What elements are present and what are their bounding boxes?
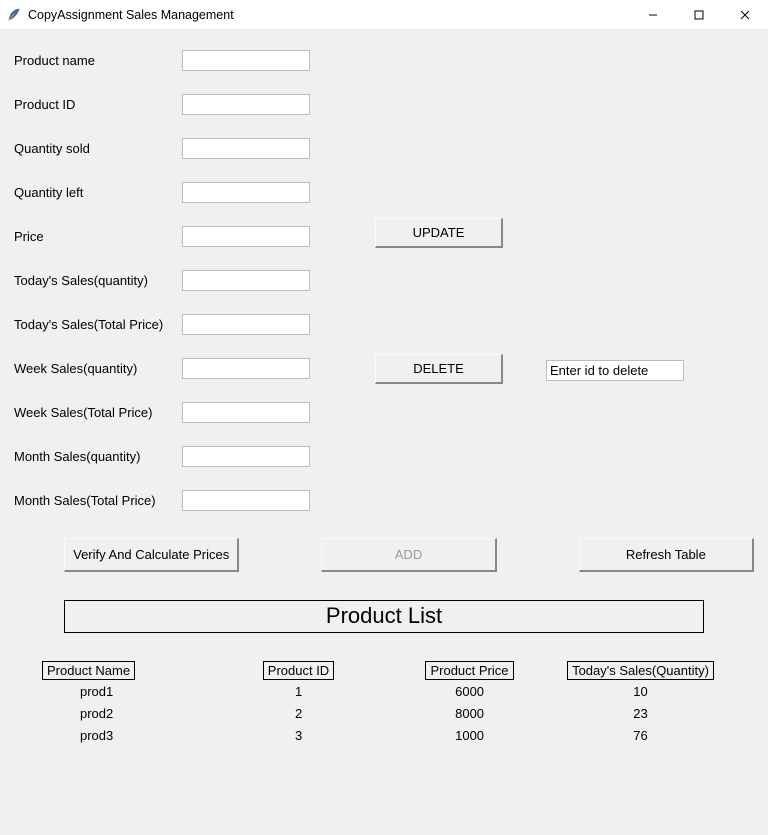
col-product-id: Product ID [263, 661, 334, 680]
month-sales-total-label: Month Sales(Total Price) [14, 493, 182, 508]
col-todays-sales-qty: Today's Sales(Quantity) [567, 661, 714, 680]
minimize-button[interactable] [630, 0, 676, 30]
cell-product-id: 2 [213, 706, 384, 721]
cell-product-name: prod1 [42, 684, 213, 699]
month-sales-qty-input[interactable] [182, 446, 310, 467]
cell-product-price: 1000 [384, 728, 555, 743]
week-sales-qty-label: Week Sales(quantity) [14, 361, 182, 376]
col-product-price: Product Price [425, 661, 513, 680]
price-label: Price [14, 229, 182, 244]
quantity-sold-input[interactable] [182, 138, 310, 159]
table-row: prod22800023 [42, 702, 726, 724]
week-sales-total-input[interactable] [182, 402, 310, 423]
price-input[interactable] [182, 226, 310, 247]
update-button[interactable]: UPDATE [375, 218, 503, 248]
cell-product-id: 3 [213, 728, 384, 743]
minimize-icon [648, 10, 658, 20]
week-sales-qty-input[interactable] [182, 358, 310, 379]
product-id-input[interactable] [182, 94, 310, 115]
table-row: prod11600010 [42, 680, 726, 702]
maximize-button[interactable] [676, 0, 722, 30]
verify-button[interactable]: Verify And Calculate Prices [64, 538, 239, 572]
titlebar: CopyAssignment Sales Management [0, 0, 768, 30]
cell-todays-sales-qty: 76 [555, 728, 726, 743]
product-table: Product Name Product ID Product Price To… [42, 661, 726, 746]
table-body: prod11600010prod22800023prod33100076 [42, 680, 726, 746]
close-icon [740, 10, 750, 20]
cell-product-price: 8000 [384, 706, 555, 721]
quantity-left-label: Quantity left [14, 185, 182, 200]
month-sales-qty-label: Month Sales(quantity) [14, 449, 182, 464]
cell-todays-sales-qty: 23 [555, 706, 726, 721]
main-content: Product name Product ID Quantity sold Qu… [0, 30, 768, 746]
table-row: prod33100076 [42, 724, 726, 746]
quantity-sold-label: Quantity sold [14, 141, 182, 156]
quantity-left-input[interactable] [182, 182, 310, 203]
cell-product-id: 1 [213, 684, 384, 699]
todays-sales-qty-label: Today's Sales(quantity) [14, 273, 182, 288]
refresh-table-button[interactable]: Refresh Table [579, 538, 754, 572]
close-button[interactable] [722, 0, 768, 30]
bottom-button-row: Verify And Calculate Prices ADD Refresh … [14, 532, 754, 572]
product-name-input[interactable] [182, 50, 310, 71]
maximize-icon [694, 10, 704, 20]
col-product-name: Product Name [42, 661, 135, 680]
cell-product-name: prod3 [42, 728, 213, 743]
todays-sales-total-input[interactable] [182, 314, 310, 335]
product-id-label: Product ID [14, 97, 182, 112]
delete-id-input[interactable] [546, 360, 684, 381]
month-sales-total-input[interactable] [182, 490, 310, 511]
add-button[interactable]: ADD [321, 538, 496, 572]
table-header: Product Name Product ID Product Price To… [42, 661, 726, 680]
todays-sales-total-label: Today's Sales(Total Price) [14, 317, 182, 332]
cell-product-price: 6000 [384, 684, 555, 699]
product-name-label: Product name [14, 53, 182, 68]
todays-sales-qty-input[interactable] [182, 270, 310, 291]
window-title: CopyAssignment Sales Management [28, 8, 234, 22]
delete-button[interactable]: DELETE [375, 354, 503, 384]
product-list-heading: Product List [64, 600, 704, 633]
app-icon [6, 7, 22, 23]
cell-product-name: prod2 [42, 706, 213, 721]
week-sales-total-label: Week Sales(Total Price) [14, 405, 182, 420]
cell-todays-sales-qty: 10 [555, 684, 726, 699]
